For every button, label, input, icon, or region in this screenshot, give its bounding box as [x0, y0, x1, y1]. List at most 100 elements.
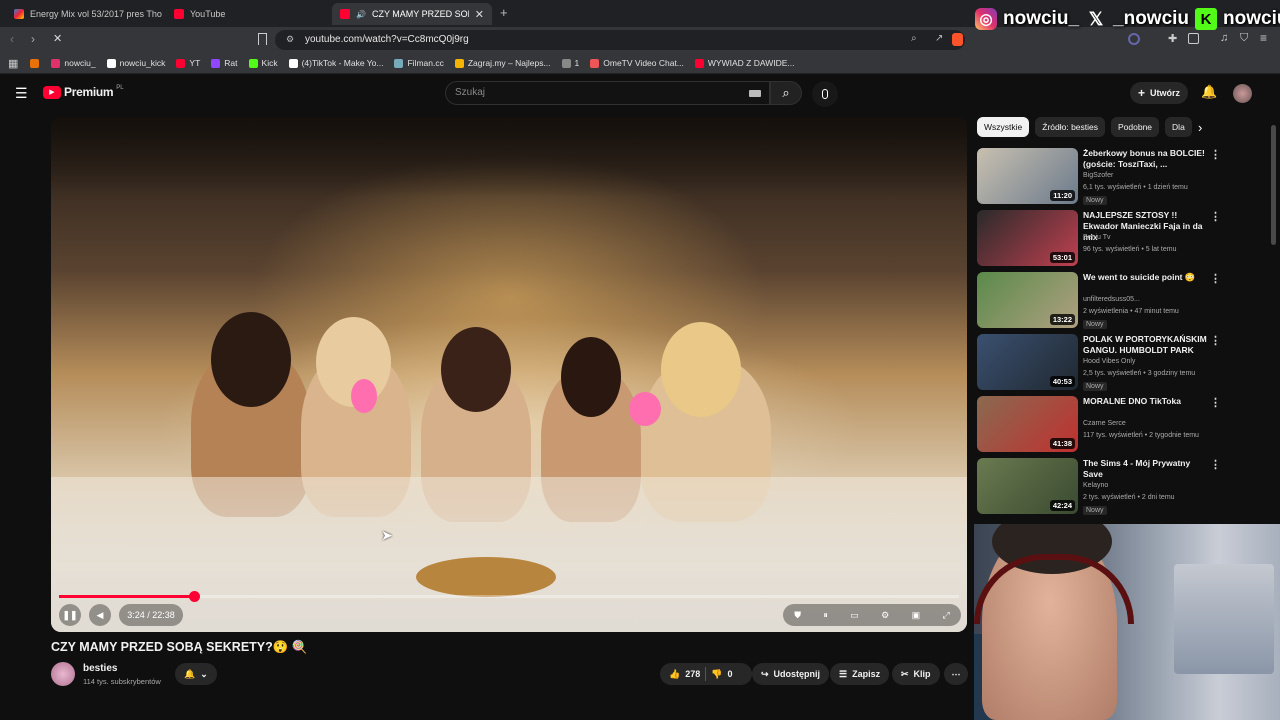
- video-thumbnail[interactable]: 42:24: [977, 458, 1078, 514]
- pause-button[interactable]: ❚❚: [59, 604, 81, 626]
- vpn-icon[interactable]: ⛉: [1240, 32, 1248, 45]
- bookmark-item[interactable]: nowciu_kick: [106, 58, 165, 68]
- filter-chip[interactable]: Podobne: [1111, 117, 1160, 137]
- video-player[interactable]: ➤ ❚❚ ◀ 3:24 / 22:38 ⛊ ⏸ ▭ ⚙ ▣ ⤢: [51, 117, 967, 632]
- premium-badge-icon[interactable]: ⛊: [794, 610, 801, 621]
- settings-gear-icon[interactable]: ⚙: [881, 610, 889, 621]
- autoplay-toggle-icon[interactable]: ⏸: [823, 610, 828, 621]
- channel-avatar[interactable]: [51, 662, 75, 686]
- clip-button[interactable]: ✂ Klip: [892, 663, 940, 685]
- bookmark-item[interactable]: OmeTV Video Chat...: [590, 58, 684, 68]
- recommendation-title[interactable]: MORALNE DNO TikToka: [1083, 396, 1208, 407]
- recommendation-channel[interactable]: BigSzofer: [1083, 172, 1113, 179]
- tab-energy-mix[interactable]: Energy Mix vol 53/2017 pres Tho: [6, 3, 162, 25]
- bookmark-item[interactable]: Zagraj.my – Najleps...: [454, 58, 551, 68]
- youtube-header: ☰ ▶ Premium PL Szukaj ⌕ + Utwórz 🔔: [0, 75, 1280, 113]
- more-vert-icon[interactable]: ⋮: [1210, 334, 1221, 347]
- sidebar-icon[interactable]: [1188, 33, 1199, 44]
- back-arrow-icon[interactable]: ‹: [10, 32, 14, 46]
- video-thumbnail[interactable]: 11:20: [977, 148, 1078, 204]
- apps-grid-icon[interactable]: ▦: [8, 57, 18, 70]
- recommendation-item[interactable]: 41:38 MORALNE DNO TikToka Czarne Serce 117 …: [977, 396, 1277, 454]
- channel-name[interactable]: besties: [83, 663, 117, 674]
- recommendation-item[interactable]: 11:20 Żeberkowy bonus na BOLCIE! (goście:…: [977, 148, 1277, 206]
- extension-icon[interactable]: [1128, 33, 1140, 45]
- subtitles-icon[interactable]: ▭: [850, 610, 859, 621]
- search-input[interactable]: Szukaj: [445, 81, 770, 105]
- filter-chip[interactable]: Źródło: besties: [1035, 117, 1105, 137]
- more-vert-icon[interactable]: ⋮: [1210, 148, 1221, 161]
- filter-chip[interactable]: Dla: [1165, 117, 1192, 137]
- share-icon[interactable]: ↗: [935, 33, 943, 44]
- bookmark-item[interactable]: Rat: [211, 58, 238, 68]
- bookmark-item[interactable]: Kick: [248, 58, 278, 68]
- subscribed-bell-button[interactable]: 🔔 ⌄: [175, 663, 217, 685]
- new-tab-button[interactable]: +: [500, 5, 508, 20]
- stop-loading-icon[interactable]: ✕: [53, 32, 62, 45]
- more-vert-icon[interactable]: ⋮: [1210, 210, 1221, 223]
- miniplayer-icon[interactable]: ▣: [912, 610, 921, 621]
- recommendation-title[interactable]: We went to suicide point 😳: [1083, 272, 1208, 283]
- video-thumbnail[interactable]: 41:38: [977, 396, 1078, 452]
- bookmark-item[interactable]: nowciu_: [51, 58, 96, 68]
- bookmark-item[interactable]: Filman.cc: [394, 58, 444, 68]
- new-badge: Nowy: [1083, 196, 1107, 205]
- recommendation-channel[interactable]: Hood Vibes Only: [1083, 358, 1135, 365]
- site-info-icon[interactable]: ⚙: [286, 34, 294, 45]
- tab-youtube[interactable]: YouTube: [166, 3, 326, 25]
- search-button[interactable]: ⌕: [770, 81, 802, 105]
- more-vert-icon[interactable]: ⋮: [1210, 396, 1221, 409]
- more-vert-icon[interactable]: ⋮: [1210, 272, 1221, 285]
- bookmark-folder-icon[interactable]: [30, 58, 40, 68]
- music-icon[interactable]: ♫: [1220, 32, 1228, 44]
- video-thumbnail[interactable]: 53:01: [977, 210, 1078, 266]
- video-thumbnail[interactable]: 13:22: [977, 272, 1078, 328]
- voice-search-button[interactable]: [812, 81, 838, 107]
- recommendation-item[interactable]: 13:22 We went to suicide point 😳 unfiltere…: [977, 272, 1277, 330]
- scissors-icon: ✂: [901, 668, 909, 679]
- bookmark-item[interactable]: 1: [561, 58, 579, 68]
- brave-shield-icon[interactable]: [952, 33, 963, 46]
- recommendation-channel[interactable]: Beniu Tv: [1083, 234, 1111, 241]
- tab-current-video[interactable]: 🔊 CZY MAMY PRZED SOBĄ SEK ✕: [332, 3, 492, 25]
- recommendation-channel[interactable]: Kelayno: [1083, 482, 1108, 489]
- recommendation-item[interactable]: 40:53 POLAK W PORTORYKAŃSKIM GANGU. HUMBO…: [977, 334, 1277, 392]
- progress-bar[interactable]: [59, 591, 959, 602]
- bookmark-item[interactable]: YT: [176, 58, 200, 68]
- bookmark-item[interactable]: WYWIAD Z DAWIDE...: [694, 58, 794, 68]
- bookmark-icon[interactable]: [258, 33, 267, 45]
- puzzle-icon[interactable]: ✚: [1168, 32, 1177, 45]
- recommendation-title[interactable]: Żeberkowy bonus na BOLCIE! (goście: Tosz…: [1083, 148, 1208, 170]
- filter-chip[interactable]: Wszystkie: [977, 117, 1030, 137]
- more-vert-icon[interactable]: ⋮: [1210, 458, 1221, 471]
- more-actions-button[interactable]: ⋯: [944, 663, 968, 685]
- thumbs-up-icon[interactable]: 👍: [669, 669, 680, 680]
- dislike-count[interactable]: 0: [727, 669, 732, 679]
- recommendation-channel[interactable]: unfilteredsuss05...: [1083, 296, 1140, 303]
- share-button[interactable]: ↪ Udostępnij: [752, 663, 830, 685]
- save-button[interactable]: ☰ Zapisz: [830, 663, 890, 685]
- recommendation-item[interactable]: 53:01 NAJLEPSZE SZTOSY !! Ekwador Maniecz…: [977, 210, 1277, 268]
- chevron-right-icon[interactable]: ›: [1198, 120, 1202, 135]
- volume-button[interactable]: ◀: [89, 604, 111, 626]
- recommendation-item[interactable]: 42:24 The Sims 4 - Mój Prywatny Save Kelay…: [977, 458, 1277, 516]
- like-count[interactable]: 278: [685, 669, 700, 679]
- thumbs-down-icon[interactable]: 👎: [711, 669, 722, 680]
- account-avatar[interactable]: [1233, 84, 1252, 103]
- zoom-icon[interactable]: ⌕: [911, 33, 917, 44]
- hamburger-menu-icon[interactable]: ☰: [15, 85, 28, 102]
- forward-arrow-icon[interactable]: ›: [31, 32, 35, 46]
- tab-close-icon[interactable]: ✕: [475, 8, 484, 21]
- recommendation-channel[interactable]: Czarne Serce: [1083, 420, 1126, 427]
- youtube-premium-logo[interactable]: ▶ Premium PL: [43, 85, 124, 99]
- menu-icon[interactable]: ≡: [1260, 31, 1267, 45]
- notifications-bell-icon[interactable]: 🔔: [1201, 84, 1217, 100]
- recommendation-title[interactable]: POLAK W PORTORYKAŃSKIM GANGU. HUMBOLDT P…: [1083, 334, 1208, 356]
- keyboard-icon[interactable]: [749, 90, 761, 97]
- bookmark-item[interactable]: (4)TikTok - Make Yo...: [288, 58, 383, 68]
- recommendation-title[interactable]: The Sims 4 - Mój Prywatny Save: [1083, 458, 1208, 480]
- video-thumbnail[interactable]: 40:53: [977, 334, 1078, 390]
- url-box[interactable]: ⚙ youtube.com/watch?v=Cc8mcQ0j9rg ⌕ ↗: [275, 30, 965, 50]
- fullscreen-icon[interactable]: ⤢: [943, 610, 950, 621]
- create-button[interactable]: + Utwórz: [1130, 82, 1189, 104]
